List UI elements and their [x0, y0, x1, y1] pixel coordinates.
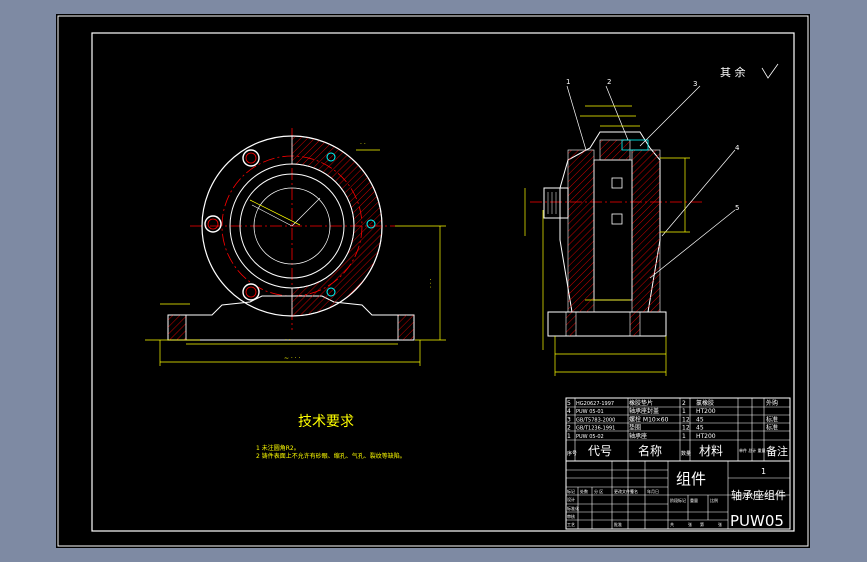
balloon-2: 2 [607, 78, 611, 86]
title-block-label-8: 标准化 [567, 505, 579, 511]
bom-header-note: 备注 [766, 444, 788, 458]
cad-drawing-canvas: ~ · · · · · · · · · · 1 2 3 4 5 其 余 技术要求… [0, 0, 867, 562]
tech-req-item-2: 2 铸件表面上不允许有砂眼、缩孔、气孔、裂纹等缺陷。 [256, 452, 406, 460]
bom-header-name: 名称 [638, 443, 662, 458]
bom-row-1-name: 橡胶垫片 [629, 399, 653, 407]
base-section-left [167, 314, 187, 341]
bom-row-3-no: 3 [567, 416, 571, 423]
base-section-right [397, 314, 415, 341]
bom-row-2-material: HT200 [696, 408, 716, 415]
bom-row-1-code: HG20627-1997 [576, 401, 614, 407]
bom-row-4-code: GB/T1236-1991 [576, 426, 615, 432]
svg-text:~ · · ·: ~ · · · [284, 355, 301, 362]
svg-text:· · ·: · · · [428, 278, 435, 288]
balloon-5: 5 [735, 204, 739, 212]
title-block-label-6: 年月日 [647, 488, 659, 494]
bom-header-qty: 数量 [681, 450, 691, 457]
svg-text:· ·: · · [285, 337, 291, 344]
tech-req-title: 技术要求 [298, 414, 354, 430]
bom-row-3-note: 标准 [766, 415, 778, 423]
bom-row-2-name: 轴承座封盖 [629, 407, 659, 415]
title-block-label-9: 审核 [567, 513, 575, 519]
balloon-1: 1 [566, 78, 570, 86]
bom-row-3-material: 45 [696, 416, 704, 423]
title-block-label-1: 标记 [567, 488, 575, 494]
bom-row-4-qty: 12 [682, 425, 690, 432]
title-block-type: 组件 [676, 470, 706, 488]
svg-text:· ·: · · [360, 141, 366, 148]
title-block-label-18: 张 [718, 521, 722, 527]
bom-row-3-code: GB/T5783-2000 [576, 417, 615, 423]
bom-row-1-material: 氯橡胶 [696, 399, 714, 407]
bom-row-5-name: 轴承座 [629, 432, 647, 440]
title-block-label-16: 张 [688, 521, 692, 527]
title-block-label-17: 第 [700, 521, 704, 527]
title-block-drawing-no: PUW05 [730, 512, 784, 530]
bom-row-5-no: 1 [567, 433, 571, 440]
bom-row-2-code: PUW 05-01 [576, 409, 604, 415]
bom-header-material: 材料 [699, 444, 723, 458]
bom-row-4-note: 标准 [766, 424, 778, 432]
bom-row-1-no: 5 [567, 400, 571, 407]
title-block-label-15: 共 [670, 521, 674, 527]
bom-row-2-no: 4 [567, 408, 571, 415]
side-housing-right-section [631, 149, 661, 313]
title-block-label-3: 分 区 [594, 488, 603, 494]
roughness-note: 其 余 [720, 65, 746, 79]
title-block-label-7: 设计 [567, 496, 575, 502]
bom-row-5-material: HT200 [696, 433, 716, 440]
title-block-part-name: 轴承座组件 [731, 488, 786, 502]
tech-req-item-1: 1 未注圆角R2。 [256, 444, 300, 452]
title-block-label-5: 签名 [630, 488, 638, 494]
title-block-label-2: 处数 [580, 488, 588, 494]
bom-row-4-no: 2 [567, 425, 571, 432]
balloon-4: 4 [735, 144, 740, 152]
title-block-label-10: 工艺 [567, 522, 575, 527]
bom-row-3-name: 螺栓 M10×60 [629, 415, 669, 423]
bom-header-weight: 单件 总计 重量 [739, 447, 766, 453]
bom-row-2-qty: 1 [682, 408, 686, 415]
title-block-label-11: 批准 [614, 521, 622, 527]
title-block-label-12: 阶段标记 [670, 497, 686, 503]
balloon-3: 3 [693, 80, 697, 88]
bom-row-1-qty: 2 [682, 400, 686, 407]
title-block-label-14: 比例 [710, 497, 718, 503]
side-housing-left-section [567, 149, 595, 313]
bom-row-5-code: PUW 05-02 [576, 434, 604, 440]
bom-row-4-name: 垫圈 [629, 424, 641, 432]
title-block-label-13: 重量 [690, 497, 698, 503]
bom-header-code: 代号 [588, 444, 612, 458]
bom-row-4-material: 45 [696, 425, 704, 432]
title-block-scale: 1 [761, 467, 766, 476]
bom-row-1-note: 外购 [766, 399, 778, 407]
bom-header-no: 序号 [567, 450, 577, 457]
bom-row-3-qty: 12 [682, 416, 690, 423]
bom-row-5-qty: 1 [682, 433, 686, 440]
